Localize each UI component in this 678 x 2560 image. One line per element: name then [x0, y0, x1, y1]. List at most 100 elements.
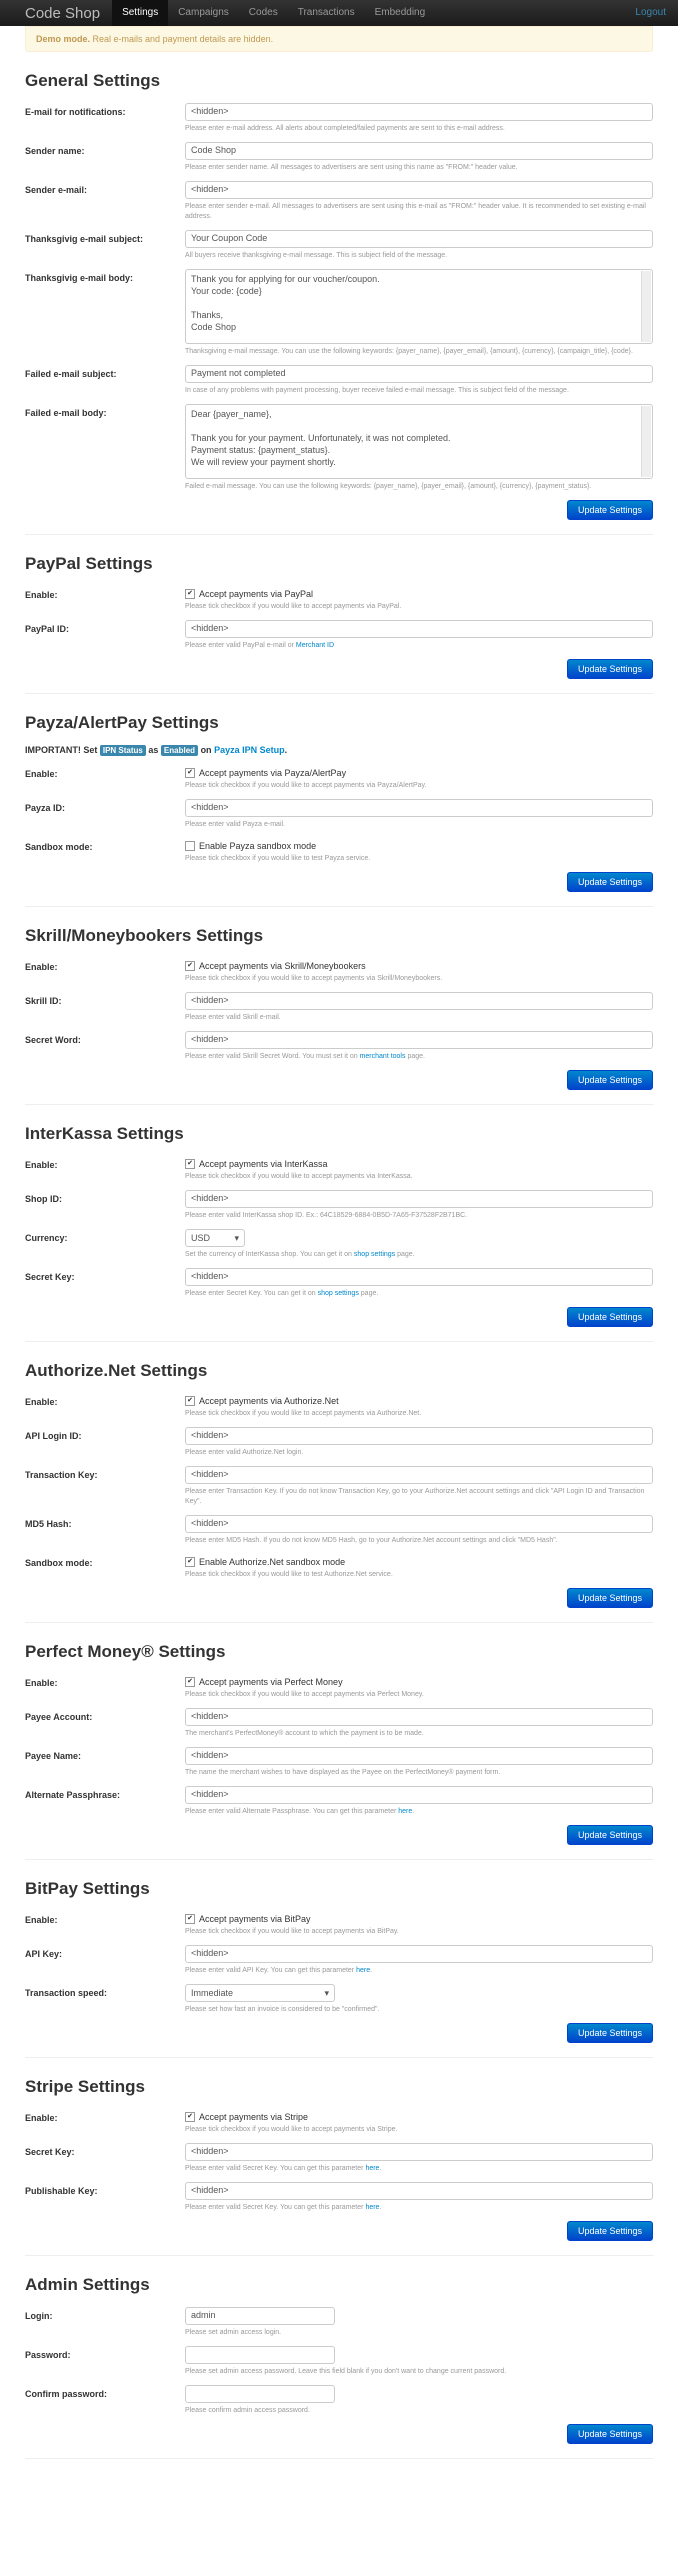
update-settings-button[interactable]: Update Settings: [566, 2424, 653, 2444]
update-settings-button[interactable]: Update Settings: [566, 1825, 653, 1845]
admin-login-field[interactable]: admin: [185, 2307, 335, 2325]
stripe-enable-checkbox[interactable]: ✔: [185, 2112, 195, 2122]
help-text: Please tick checkbox if you would like t…: [185, 1410, 422, 1417]
api-login-field[interactable]: <hidden>: [185, 1427, 653, 1445]
stripe-title: Stripe Settings: [25, 2077, 145, 2096]
divider: [25, 2458, 653, 2459]
help-text: Please enter valid Secret Key. You can g…: [185, 2165, 364, 2172]
failed-subject-field[interactable]: Payment not completed: [185, 365, 653, 383]
interkassa-secret-key-field[interactable]: <hidden>: [185, 1268, 653, 1286]
authorize-enable-checkbox[interactable]: ✔: [185, 1396, 195, 1406]
paypal-id-field[interactable]: <hidden>: [185, 620, 653, 638]
payza-sandbox-checkbox[interactable]: [185, 841, 195, 851]
chevron-down-icon: ▾: [324, 1987, 329, 1998]
paypal-title: PayPal Settings: [25, 554, 153, 573]
help-text: Please set how fast an invoice is consid…: [185, 2006, 380, 2013]
stripe-secret-key-field[interactable]: <hidden>: [185, 2143, 653, 2161]
logout-link[interactable]: Logout: [635, 0, 666, 26]
pm-enable-checkbox[interactable]: ✔: [185, 1677, 195, 1687]
divider: [25, 534, 653, 535]
update-settings-button[interactable]: Update Settings: [566, 659, 653, 679]
admin-password-field[interactable]: [185, 2346, 335, 2364]
ipn-status-label: IPN Status: [99, 745, 146, 756]
textarea-scrollbar[interactable]: [641, 271, 651, 342]
label: Enable:: [25, 962, 58, 972]
help-text: Please tick checkbox if you would like t…: [185, 1571, 393, 1578]
payee-account-field[interactable]: <hidden>: [185, 1708, 653, 1726]
textarea-scrollbar[interactable]: [641, 406, 651, 477]
here-link[interactable]: here: [365, 2204, 379, 2211]
help-text: Please tick checkbox if you would like t…: [185, 2126, 398, 2133]
payza-ipn-setup-link[interactable]: Payza IPN Setup: [214, 745, 285, 755]
help-text: Please enter Secret Key. You can get it …: [185, 1290, 316, 1297]
divider: [25, 2255, 653, 2256]
nav-embedding[interactable]: Embedding: [365, 0, 436, 26]
shop-settings-link[interactable]: shop settings: [354, 1251, 395, 1258]
update-settings-button[interactable]: Update Settings: [566, 2023, 653, 2043]
paypal-enable-checkbox[interactable]: ✔: [185, 589, 195, 599]
here-link[interactable]: here: [356, 1967, 370, 1974]
sender-email-field[interactable]: <hidden>: [185, 181, 653, 199]
divider: [25, 1341, 653, 1342]
sender-name-field[interactable]: Code Shop: [185, 142, 653, 160]
skrill-enable-checkbox[interactable]: ✔: [185, 961, 195, 971]
skrill-secret-field[interactable]: <hidden>: [185, 1031, 653, 1049]
update-settings-button[interactable]: Update Settings: [566, 500, 653, 520]
alternate-passphrase-field[interactable]: <hidden>: [185, 1786, 653, 1804]
update-settings-button[interactable]: Update Settings: [566, 1588, 653, 1608]
help-text: Please set admin access password. Leave …: [185, 2368, 507, 2375]
help-text: page.: [397, 1251, 415, 1258]
update-settings-button[interactable]: Update Settings: [566, 2221, 653, 2241]
bitpay-api-key-field[interactable]: <hidden>: [185, 1945, 653, 1963]
help-text: Please enter valid API Key. You can get …: [185, 1967, 355, 1974]
stripe-publishable-key-field[interactable]: <hidden>: [185, 2182, 653, 2200]
thanks-subject-field[interactable]: Your Coupon Code: [185, 230, 653, 248]
nav-campaigns[interactable]: Campaigns: [168, 0, 239, 26]
label: Secret Key:: [25, 1272, 75, 1282]
authorize-sandbox-checkbox[interactable]: ✔: [185, 1557, 195, 1567]
transaction-key-field[interactable]: <hidden>: [185, 1466, 653, 1484]
merchant-id-link[interactable]: Merchant ID: [296, 642, 334, 649]
merchant-tools-link[interactable]: merchant tools: [360, 1053, 406, 1060]
here-link[interactable]: here: [365, 2165, 379, 2172]
md5-hash-field[interactable]: <hidden>: [185, 1515, 653, 1533]
nav-transactions[interactable]: Transactions: [288, 0, 365, 26]
alert-text: Real e-mails and payment details are hid…: [92, 34, 274, 44]
update-settings-button[interactable]: Update Settings: [566, 1307, 653, 1327]
payza-id-field[interactable]: <hidden>: [185, 799, 653, 817]
admin-confirm-password-field[interactable]: [185, 2385, 335, 2403]
interkassa-shop-id-field[interactable]: <hidden>: [185, 1190, 653, 1208]
label: E-mail for notifications:: [25, 107, 126, 117]
label: API Login ID:: [25, 1431, 82, 1441]
payee-name-field[interactable]: <hidden>: [185, 1747, 653, 1765]
skrill-id-field[interactable]: <hidden>: [185, 992, 653, 1010]
skrill-title: Skrill/Moneybookers Settings: [25, 926, 264, 945]
payza-enable-checkbox[interactable]: ✔: [185, 768, 195, 778]
transaction-speed-select[interactable]: Immediate ▾: [185, 1984, 335, 2002]
thanks-body-textarea[interactable]: Thank you for applying for our voucher/c…: [185, 269, 653, 344]
label: Thanksgivig e-mail body:: [25, 273, 134, 283]
shop-settings-link[interactable]: shop settings: [318, 1290, 359, 1297]
interkassa-enable-checkbox[interactable]: ✔: [185, 1159, 195, 1169]
brand[interactable]: Code Shop: [25, 5, 100, 22]
label: Enable:: [25, 590, 58, 600]
label: Shop ID:: [25, 1194, 62, 1204]
label: Publishable Key:: [25, 2186, 98, 2196]
help-text: Failed e-mail message. You can use the f…: [185, 483, 592, 490]
update-settings-button[interactable]: Update Settings: [566, 872, 653, 892]
nav-codes[interactable]: Codes: [239, 0, 288, 26]
bitpay-enable-checkbox[interactable]: ✔: [185, 1914, 195, 1924]
navbar: Code Shop Settings Campaigns Codes Transact…: [0, 0, 678, 26]
help-text: Please tick checkbox if you would like t…: [185, 1173, 413, 1180]
failed-body-textarea[interactable]: Dear {payer_name}, Thank you for your pa…: [185, 404, 653, 479]
label: Thanksgivig e-mail subject:: [25, 234, 144, 244]
help-text: Please enter sender e-mail. All messages…: [185, 203, 646, 220]
currency-select[interactable]: USD ▾: [185, 1229, 245, 1247]
update-settings-button[interactable]: Update Settings: [566, 1070, 653, 1090]
label: Sandbox mode:: [25, 842, 93, 852]
nav-settings[interactable]: Settings: [112, 0, 169, 26]
help-text: Please enter valid PayPal e-mail or: [185, 642, 294, 649]
note-text: as: [148, 745, 159, 755]
email-field[interactable]: <hidden>: [185, 103, 653, 121]
here-link[interactable]: here: [398, 1808, 412, 1815]
